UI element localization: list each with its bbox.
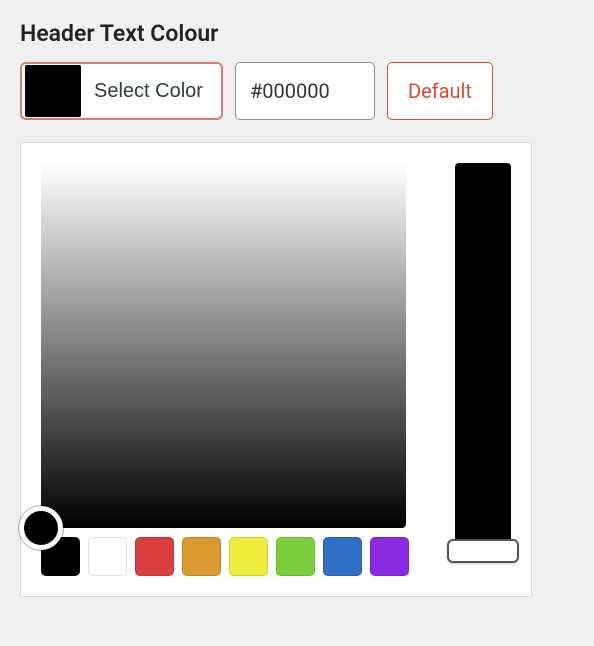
- swatch-green[interactable]: [276, 537, 315, 576]
- swatch-purple[interactable]: [370, 537, 409, 576]
- default-button[interactable]: Default: [387, 62, 493, 120]
- hue-slider[interactable]: [455, 163, 511, 557]
- picker-left-column: [41, 163, 409, 576]
- select-color-label: Select Color: [84, 80, 221, 103]
- hue-column: [455, 163, 511, 576]
- hue-slider-thumb[interactable]: [447, 539, 519, 563]
- saturation-lightness-area[interactable]: [41, 163, 406, 528]
- current-color-preview: [25, 65, 81, 117]
- select-color-button[interactable]: Select Color: [20, 62, 223, 120]
- color-picker-panel: [20, 142, 532, 597]
- preset-swatches-row: [41, 537, 409, 576]
- swatch-red[interactable]: [135, 537, 174, 576]
- picker-body: [41, 163, 511, 576]
- swatch-yellow[interactable]: [229, 537, 268, 576]
- swatch-blue[interactable]: [323, 537, 362, 576]
- controls-row: Select Color Default: [20, 62, 574, 120]
- swatch-orange[interactable]: [182, 537, 221, 576]
- saturation-cursor[interactable]: [19, 506, 63, 550]
- swatch-white[interactable]: [88, 537, 127, 576]
- hex-input[interactable]: [235, 62, 375, 120]
- section-heading: Header Text Colour: [20, 20, 574, 47]
- cursor-inner-icon: [33, 520, 49, 536]
